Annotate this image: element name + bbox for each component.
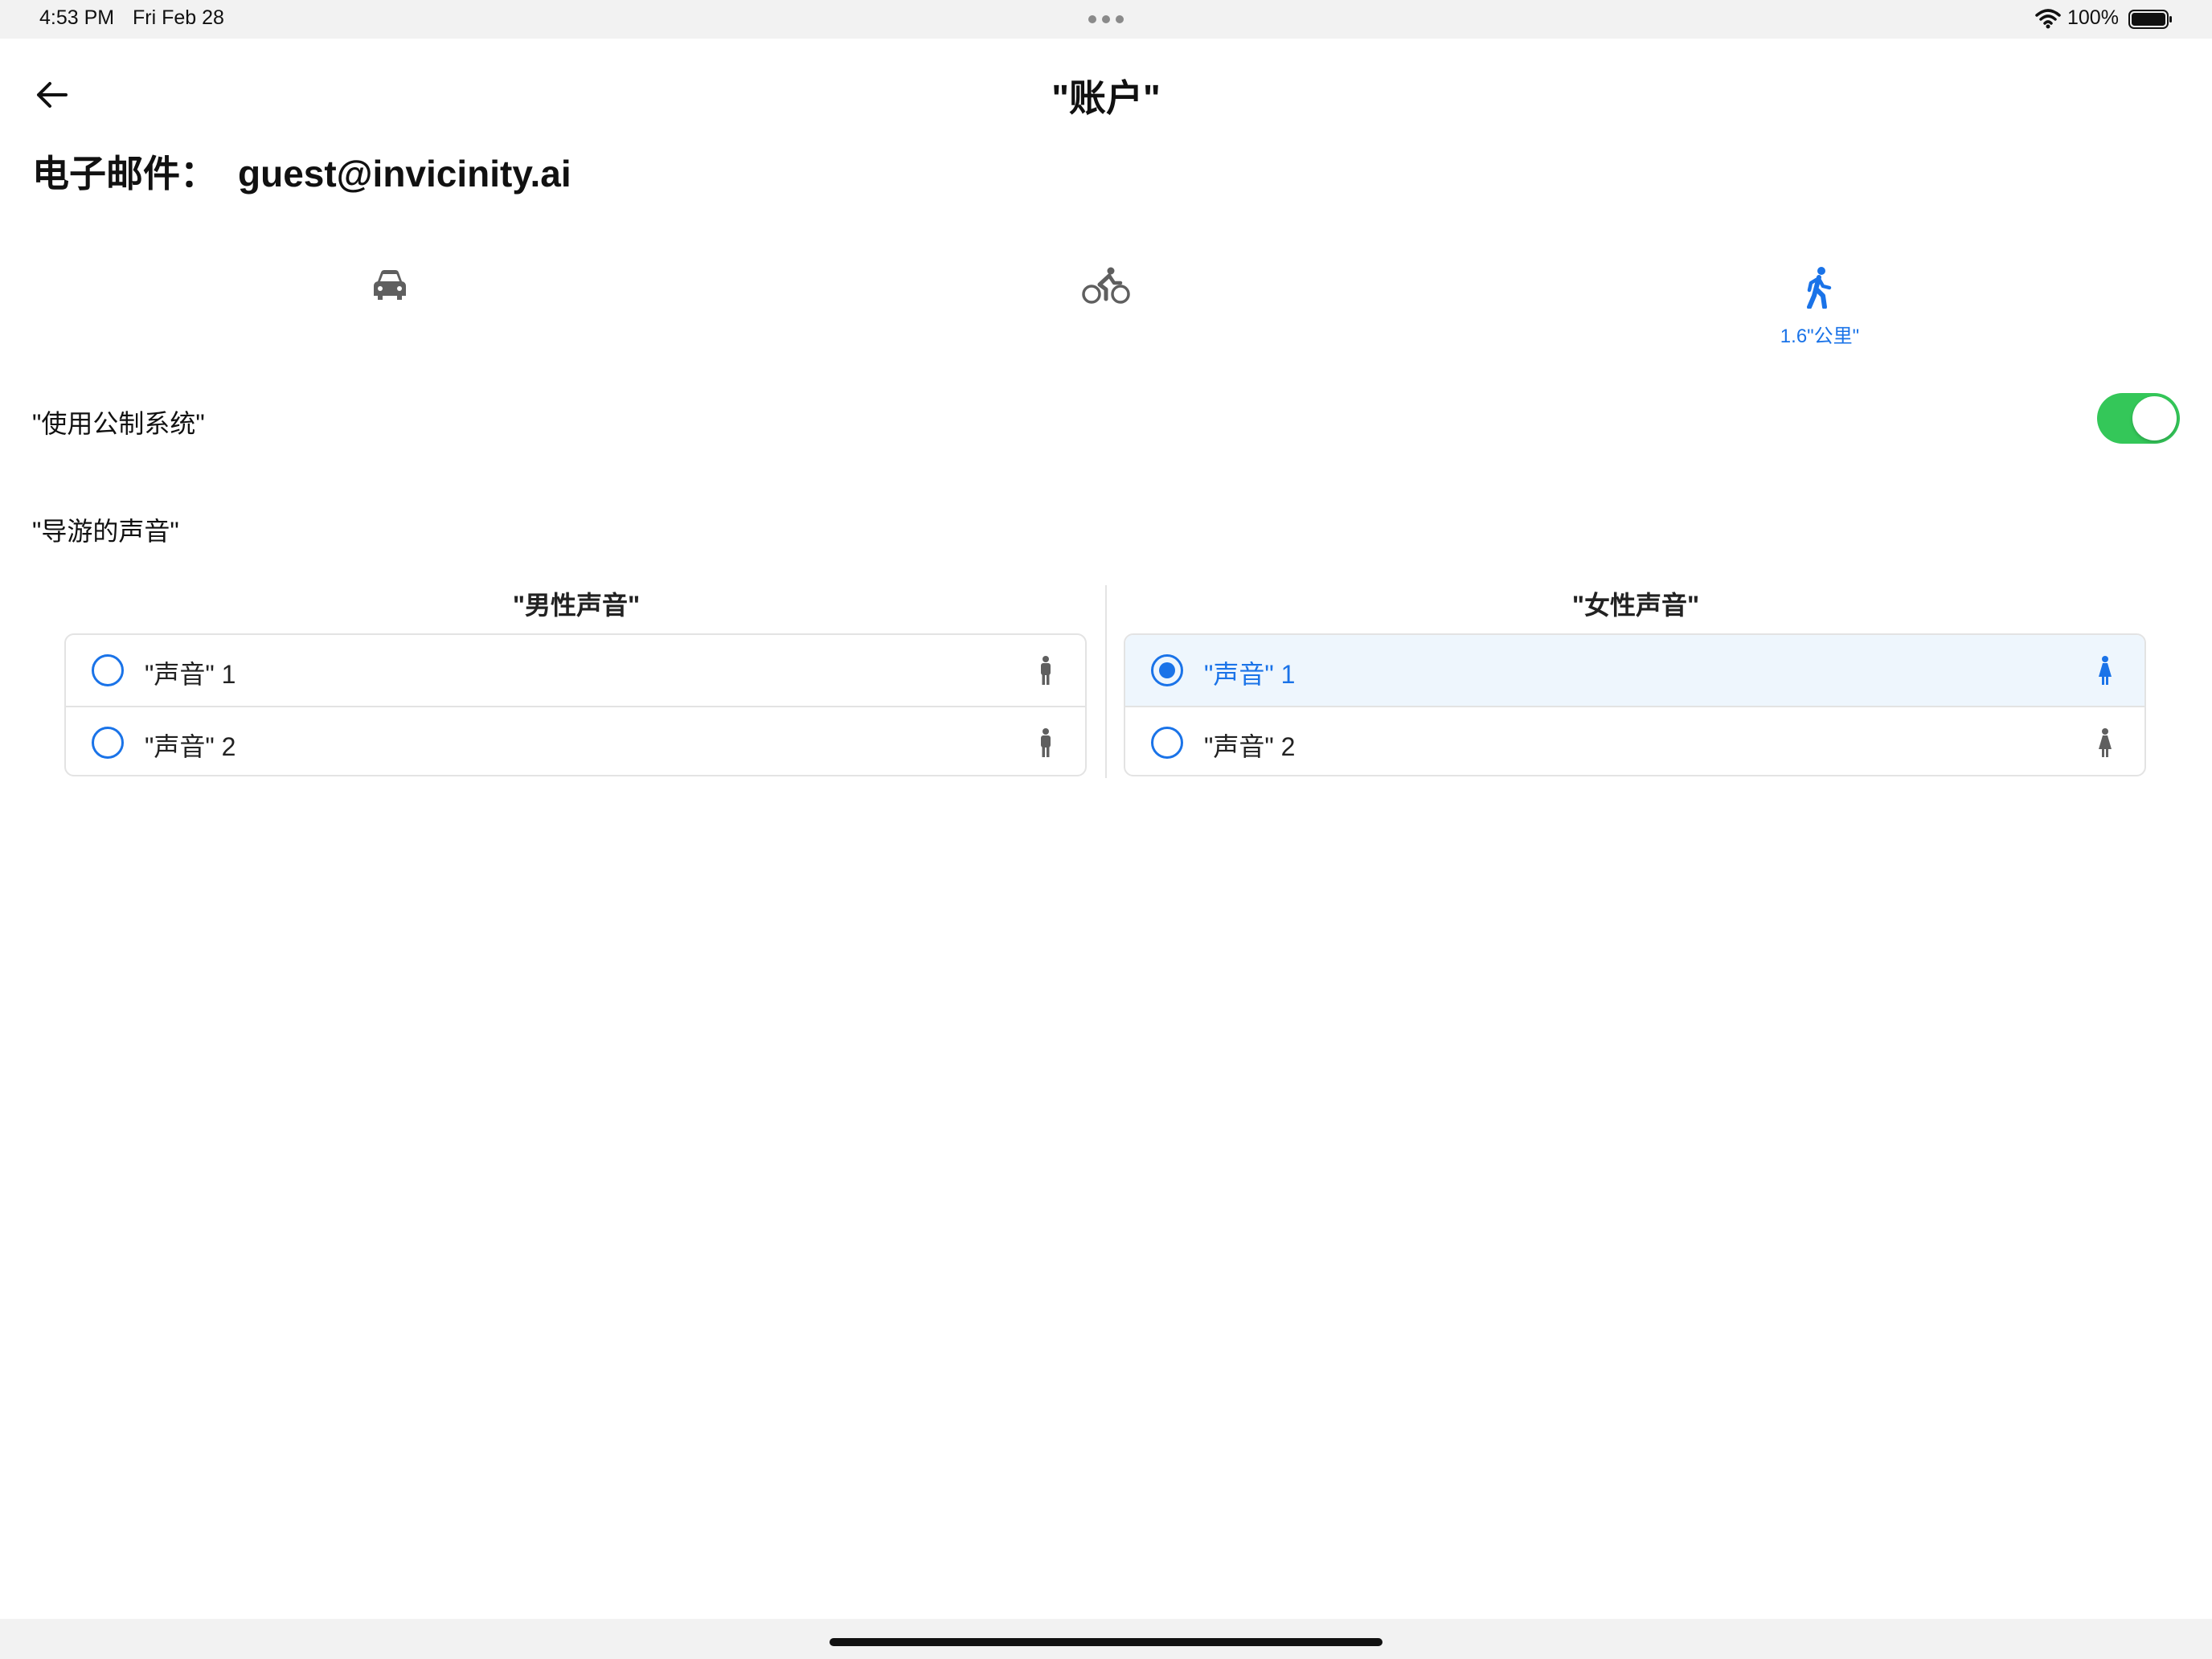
radio-button[interactable] (1151, 727, 1183, 759)
email-value: guest@invicinity.ai (238, 153, 571, 195)
email-line: 电子邮件： guest@invicinity.ai (32, 145, 571, 198)
radio-button-selected[interactable] (1151, 654, 1183, 686)
bicycle-icon (1082, 267, 1130, 304)
page-title: "账户" (1051, 77, 1161, 119)
battery-percent: 100% (2067, 6, 2119, 29)
back-arrow-icon[interactable] (32, 77, 71, 113)
voice-option-label: "声音" 1 (145, 660, 236, 689)
metric-system-label: "使用公制系统" (32, 409, 205, 438)
male-voice-option-2[interactable]: "声音" 2 (66, 706, 1085, 775)
voice-option-label: "声音" 2 (145, 732, 236, 761)
female-person-icon (2099, 656, 2112, 685)
status-time: 4:53 PM (39, 6, 115, 29)
radio-button[interactable] (92, 727, 124, 759)
metric-system-toggle[interactable] (2097, 393, 2180, 444)
female-person-icon (2099, 728, 2112, 757)
male-voice-option-1[interactable]: "声音" 1 (66, 635, 1085, 706)
female-voice-list: "声音" 1 "声音" 2 (1124, 633, 2146, 776)
male-person-icon (1041, 728, 1051, 757)
radio-button[interactable] (92, 654, 124, 686)
battery-icon (2128, 10, 2172, 29)
multitask-dots-icon[interactable] (1088, 14, 1124, 25)
tab-walk[interactable]: 1.6"公里" (1739, 257, 1900, 354)
car-icon (374, 270, 406, 300)
female-voice-option-2[interactable]: "声音" 2 (1125, 706, 2144, 775)
male-voice-list: "声音" 1 "声音" 2 (64, 633, 1087, 776)
female-voice-option-1[interactable]: "声音" 1 (1125, 635, 2144, 706)
walk-distance-label: 1.6"公里" (1780, 326, 1860, 347)
walk-icon (1807, 267, 1832, 309)
voice-option-label: "声音" 1 (1204, 660, 1296, 689)
voice-option-label: "声音" 2 (1204, 732, 1296, 761)
home-indicator[interactable] (830, 1638, 1382, 1646)
toggle-knob (2132, 396, 2177, 440)
wifi-icon (2035, 9, 2061, 29)
email-label: 电子邮件： (32, 153, 217, 195)
female-voice-title: "女性声音" (1571, 591, 1700, 620)
male-person-icon (1041, 656, 1051, 685)
tab-bike[interactable] (1026, 257, 1186, 354)
guide-voice-label: "导游的声音" (32, 517, 179, 546)
column-divider (1105, 585, 1107, 778)
status-date: Fri Feb 28 (133, 6, 224, 29)
tab-car[interactable] (309, 257, 470, 354)
male-voice-title: "男性声音" (512, 591, 641, 620)
